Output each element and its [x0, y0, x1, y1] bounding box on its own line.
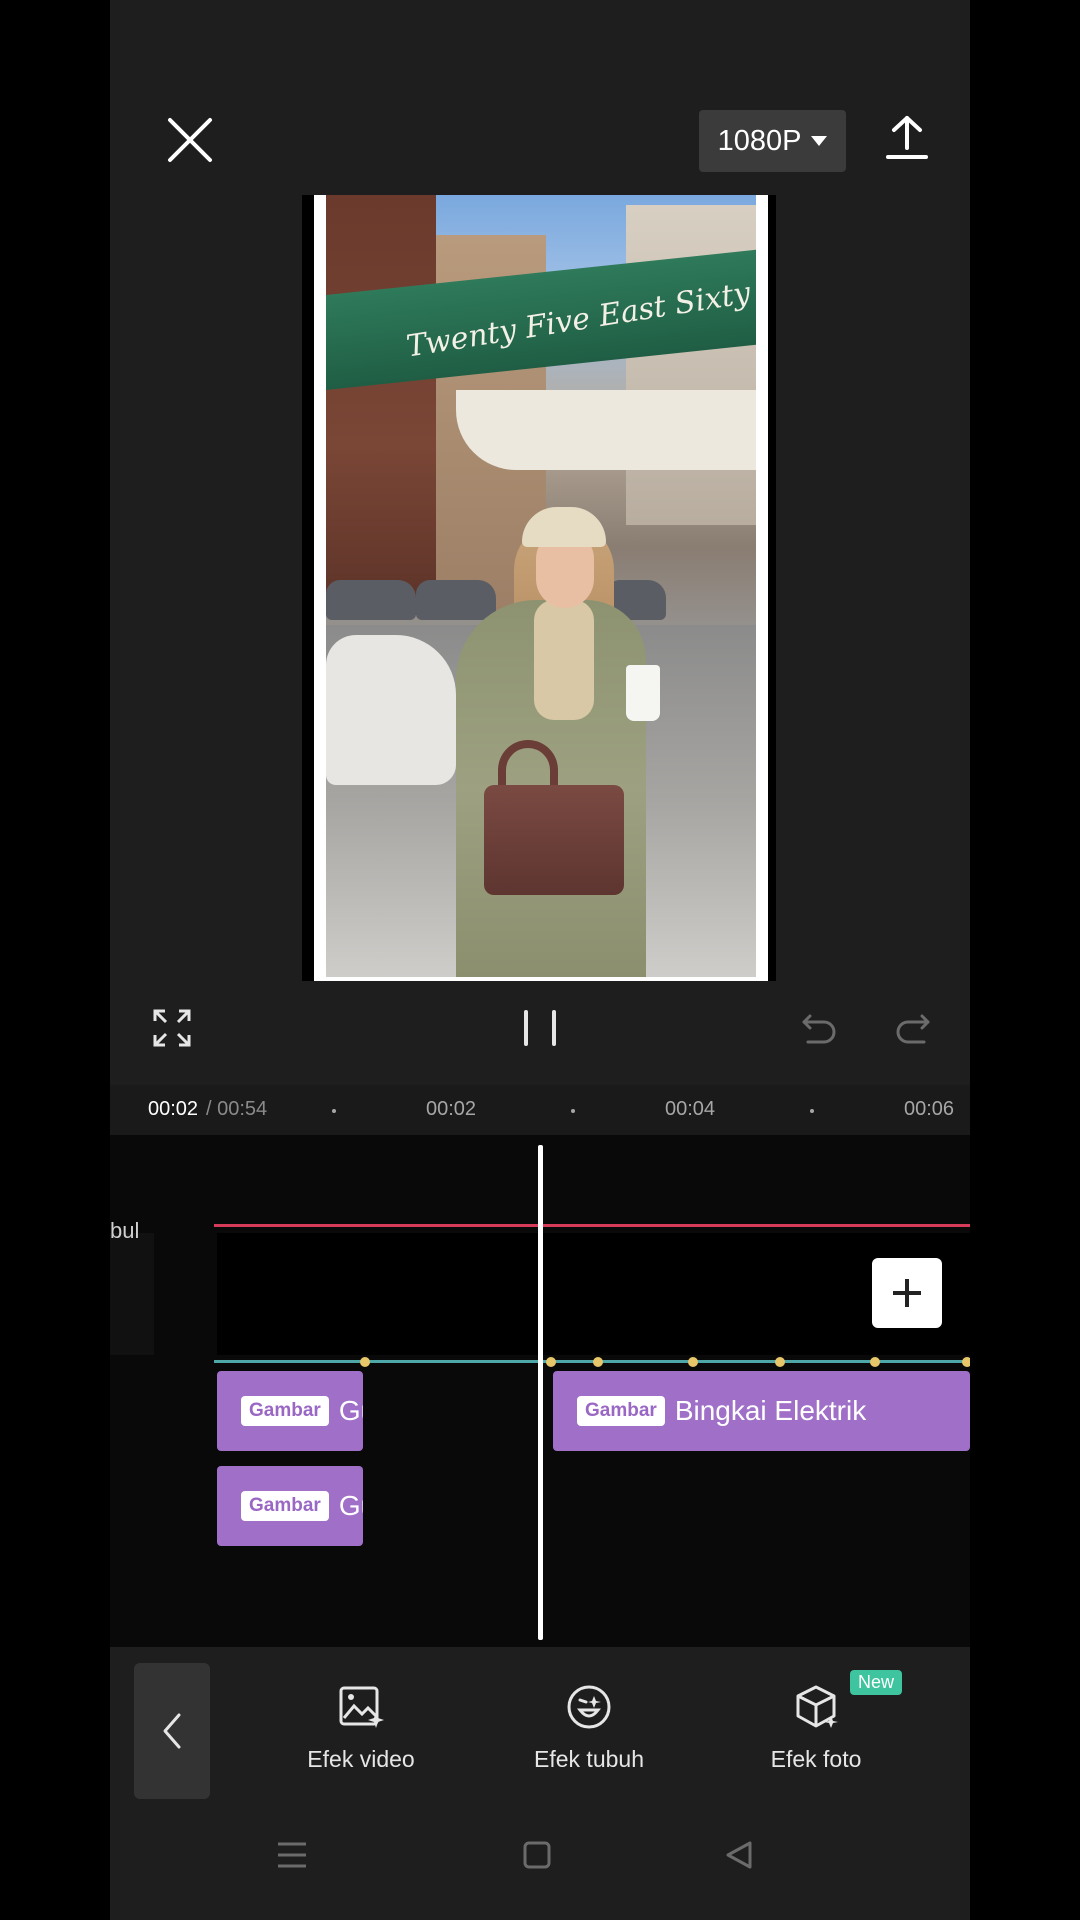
tick-label: 00:02: [426, 1098, 477, 1120]
undo-button[interactable]: [800, 1010, 838, 1044]
tick-label: 00:06: [904, 1098, 955, 1120]
caret-down-icon: [811, 136, 828, 146]
home-icon[interactable]: [522, 1840, 552, 1870]
tool-efek-foto[interactable]: Efek foto: [716, 1682, 916, 1782]
face-sticker-icon: [567, 1685, 611, 1729]
tick-label: 00:04: [665, 1098, 716, 1120]
undo-icon: [802, 1014, 836, 1044]
effect-clip[interactable]: Gambar Gu: [217, 1371, 363, 1451]
clip-tag: Gambar: [241, 1491, 329, 1521]
tool-label: Efek foto: [770, 1746, 862, 1772]
video-editor: 1080P Twenty Five East Sixty Seven: [110, 0, 970, 1920]
track-label-box[interactable]: [110, 1233, 154, 1355]
effect-clip[interactable]: Gambar Bingkai Elektrik: [553, 1371, 970, 1451]
keyframe-dot[interactable]: [962, 1357, 970, 1367]
keyframe-dot[interactable]: [775, 1357, 785, 1367]
add-clip-button[interactable]: [872, 1258, 942, 1328]
fullscreen-icon: [153, 1009, 191, 1047]
tool-efek-video[interactable]: Efek video: [261, 1682, 461, 1782]
effect-track-line: [214, 1360, 970, 1363]
time-ruler[interactable]: 00:02 / 00:54 00:02 00:04 00:06: [110, 1085, 970, 1135]
clip-title: Gu: [338, 1395, 363, 1426]
close-icon: [168, 118, 212, 162]
plus-icon: [893, 1279, 921, 1307]
chevron-left-icon: [163, 1713, 181, 1749]
clip-tag: Gambar: [241, 1396, 329, 1426]
resolution-selector[interactable]: 1080P: [699, 110, 846, 172]
left-letterbox: [0, 0, 110, 1920]
right-letterbox: [970, 0, 1080, 1920]
export-button[interactable]: [882, 112, 932, 162]
track-label: bul: [110, 1218, 140, 1243]
pause-icon: [524, 1010, 528, 1046]
menu-icon[interactable]: [276, 1840, 308, 1870]
image-sparkle-icon: [339, 1686, 384, 1728]
close-button[interactable]: [162, 112, 218, 168]
main-video-clip[interactable]: [217, 1233, 970, 1355]
back-triangle-icon[interactable]: [724, 1840, 754, 1870]
redo-icon: [896, 1014, 930, 1044]
current-time: 00:02: [148, 1098, 199, 1120]
audio-marker-line: [214, 1224, 970, 1227]
keyframe-dot[interactable]: [688, 1357, 698, 1367]
cube-sparkle-icon: [796, 1685, 838, 1728]
system-navigation-bar: [110, 1807, 970, 1920]
keyframe-dot[interactable]: [870, 1357, 880, 1367]
tool-efek-tubuh[interactable]: Efek tubuh: [489, 1682, 689, 1782]
redo-button[interactable]: [894, 1010, 932, 1044]
clip-title: Bingkai Elektrik: [674, 1395, 867, 1426]
fullscreen-button[interactable]: [152, 1008, 192, 1048]
preview-photo: Twenty Five East Sixty Seven: [326, 195, 756, 977]
upload-icon: [886, 116, 928, 159]
tool-label: Efek tubuh: [534, 1746, 644, 1772]
clip-title: Gu: [338, 1490, 363, 1521]
keyframe-dot[interactable]: [593, 1357, 603, 1367]
pause-button[interactable]: [524, 1010, 556, 1046]
new-badge: New: [850, 1670, 903, 1695]
photo-frame: Twenty Five East Sixty Seven: [314, 195, 768, 981]
total-time: / 00:54: [206, 1098, 268, 1120]
clip-tag: Gambar: [577, 1396, 665, 1426]
video-preview[interactable]: Twenty Five East Sixty Seven: [302, 195, 776, 981]
keyframe-dot[interactable]: [360, 1357, 370, 1367]
resolution-label: 1080P: [717, 124, 802, 157]
tool-label: Efek video: [307, 1746, 415, 1772]
effect-clip[interactable]: Gambar Gu: [217, 1466, 363, 1546]
playhead[interactable]: [538, 1145, 543, 1640]
back-button[interactable]: [134, 1663, 210, 1799]
keyframe-dot[interactable]: [546, 1357, 556, 1367]
